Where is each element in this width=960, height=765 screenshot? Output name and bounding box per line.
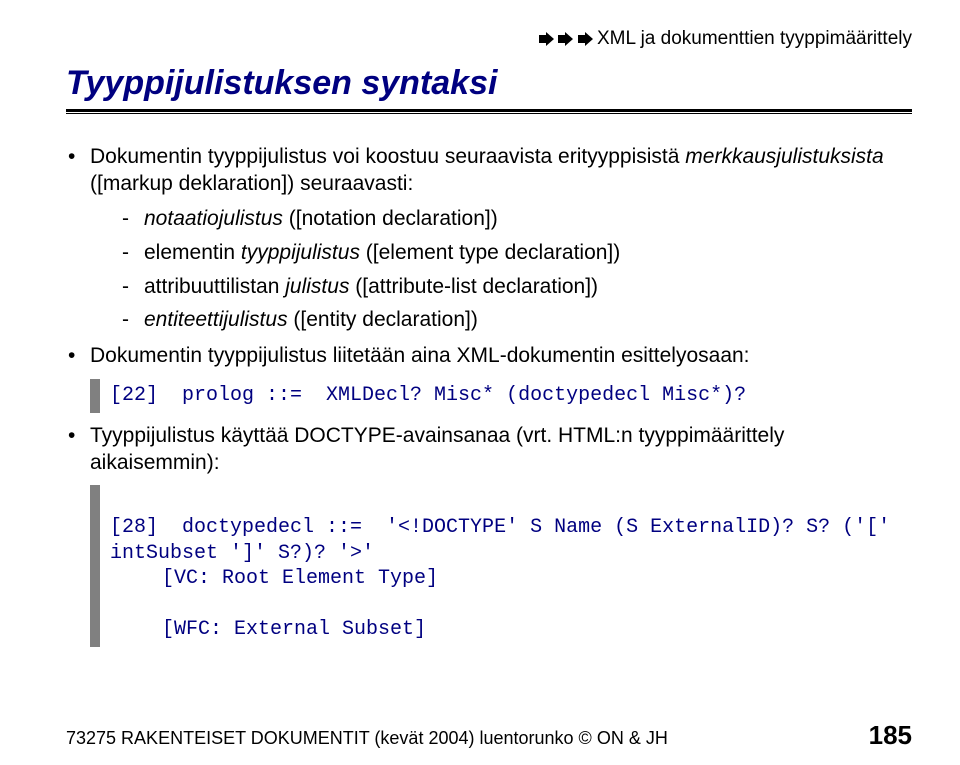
dash-2: elementin tyyppijulistus ([element type … <box>122 240 912 267</box>
code-line: [WFC: External Subset] <box>110 617 912 643</box>
dash-4: entiteettijulistus ([entity declaration]… <box>122 307 912 334</box>
text: ([notation declaration]) <box>283 207 498 230</box>
page-title: Tyyppijulistuksen syntaksi <box>66 64 912 103</box>
breadcrumb: XML ja dokumenttien tyyppimäärittely <box>66 28 912 50</box>
italic-term: julistus <box>285 275 349 298</box>
page-number: 185 <box>869 720 912 751</box>
text: attribuuttilistan <box>144 275 285 298</box>
italic-term: notaatiojulistus <box>144 207 283 230</box>
arrow-icon <box>578 28 594 50</box>
bullet-2: Dokumentin tyyppijulistus liitetään aina… <box>66 343 912 370</box>
text: ([markup deklaration]) seuraavasti: <box>90 172 413 195</box>
italic-term: merkkausjulistuksista <box>685 145 883 168</box>
text: Dokumentin tyyppijulistus voi koostuu se… <box>90 145 685 168</box>
footer-text: 73275 RAKENTEISET DOKUMENTIT (kevät 2004… <box>66 728 668 749</box>
italic-term: tyyppijulistus <box>241 241 360 264</box>
code-block-1: [22] prolog ::= XMLDecl? Misc* (doctyped… <box>90 379 912 413</box>
footer: 73275 RAKENTEISET DOKUMENTIT (kevät 2004… <box>66 720 912 751</box>
text: elementin <box>144 241 241 264</box>
breadcrumb-text: XML ja dokumenttien tyyppimäärittely <box>597 28 912 49</box>
dash-1: notaatiojulistus ([notation declaration]… <box>122 206 912 233</box>
bullet-1: Dokumentin tyyppijulistus voi koostuu se… <box>66 144 912 334</box>
text: ([element type declaration]) <box>360 241 620 264</box>
dash-3: attribuuttilistan julistus ([attribute-l… <box>122 274 912 301</box>
rule-thick <box>66 109 912 112</box>
bullet-list-2: Tyyppijulistus käyttää DOCTYPE-avainsana… <box>66 423 912 477</box>
code-line: [28] doctypedecl ::= '<!DOCTYPE' S Name … <box>110 516 902 565</box>
code-line: [VC: Root Element Type] <box>110 566 912 592</box>
text: ([entity declaration]) <box>288 308 478 331</box>
bullet-3: Tyyppijulistus käyttää DOCTYPE-avainsana… <box>66 423 912 477</box>
text: ([attribute-list declaration]) <box>349 275 598 298</box>
bullet-list: Dokumentin tyyppijulistus voi koostuu se… <box>66 144 912 370</box>
dash-list: notaatiojulistus ([notation declaration]… <box>90 206 912 335</box>
code-block-2: [28] doctypedecl ::= '<!DOCTYPE' S Name … <box>90 485 912 647</box>
rule-thin <box>66 113 912 114</box>
italic-term: entiteettijulistus <box>144 308 288 331</box>
arrow-icon <box>539 28 555 50</box>
arrow-icon <box>558 28 574 50</box>
